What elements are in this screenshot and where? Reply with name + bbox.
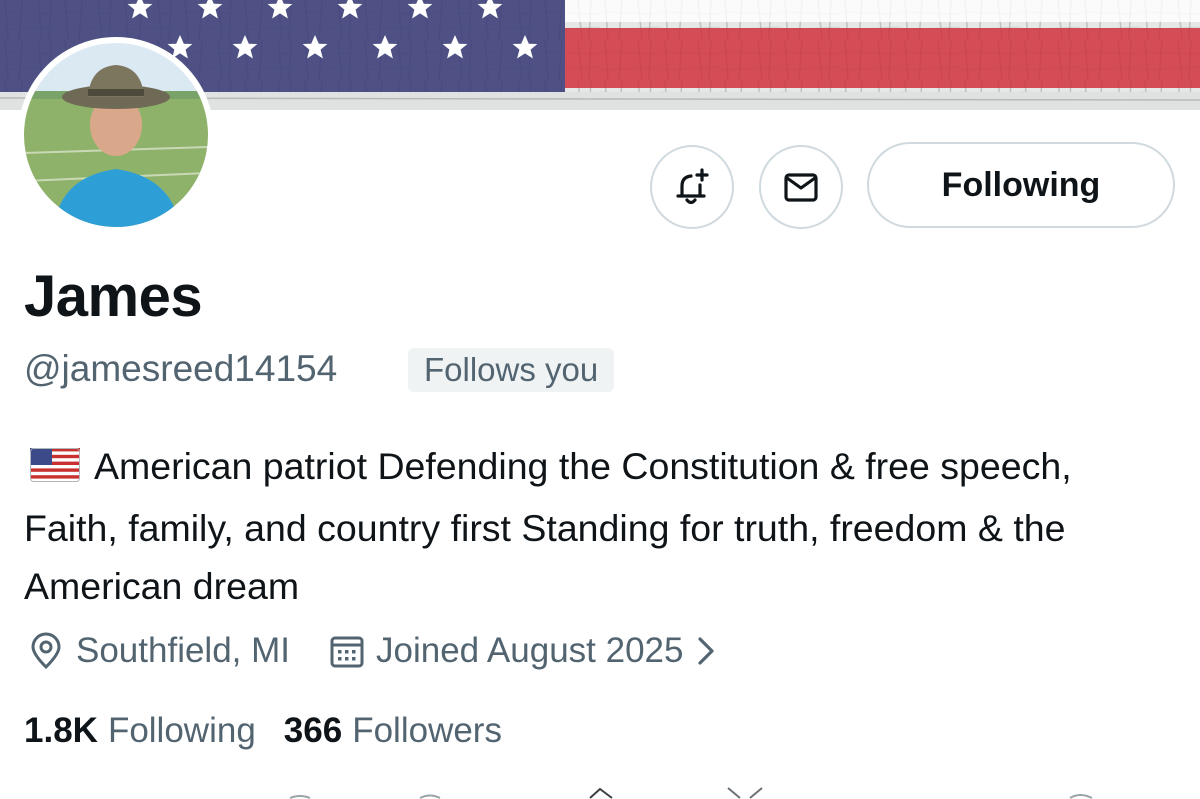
following-count[interactable]: 1.8K bbox=[24, 711, 98, 751]
envelope-icon bbox=[784, 173, 818, 202]
follow-stats: 1.8K Following 366 Followers bbox=[24, 708, 502, 754]
avatar-photo bbox=[24, 43, 208, 227]
user-handle: @jamesreed14154 bbox=[24, 348, 338, 389]
calendar-icon bbox=[330, 636, 364, 668]
follows-you-badge: Follows you bbox=[408, 348, 615, 392]
following-button[interactable]: Following bbox=[867, 142, 1175, 228]
bio-text: American patriot Defending the Constitut… bbox=[24, 445, 1072, 607]
display-name: James bbox=[24, 264, 203, 329]
followers-label[interactable]: Followers bbox=[352, 711, 502, 751]
notifications-button[interactable] bbox=[650, 145, 734, 229]
bell-plus-icon bbox=[676, 168, 709, 205]
chevron-right-icon bbox=[698, 637, 715, 665]
profile-avatar[interactable] bbox=[18, 37, 214, 233]
profile-bio: American patriot Defending the Constitut… bbox=[24, 437, 1174, 616]
us-flag-icon bbox=[30, 440, 80, 499]
profile-page: Following James @jamesreed14154 Follows … bbox=[0, 0, 1200, 799]
followers-count[interactable]: 366 bbox=[284, 711, 342, 751]
joined-item[interactable]: Joined August 2025 bbox=[290, 631, 715, 671]
location-text: Southfield, MI bbox=[76, 631, 290, 670]
location-item: Southfield, MI bbox=[28, 631, 290, 671]
location-pin-icon bbox=[31, 632, 61, 670]
following-label[interactable]: Following bbox=[108, 711, 256, 751]
cut-off-content bbox=[0, 786, 1200, 799]
message-button[interactable] bbox=[759, 145, 843, 229]
profile-meta: Southfield, MI Joined August 2025 bbox=[28, 626, 715, 676]
joined-text: Joined August 2025 bbox=[376, 631, 684, 670]
